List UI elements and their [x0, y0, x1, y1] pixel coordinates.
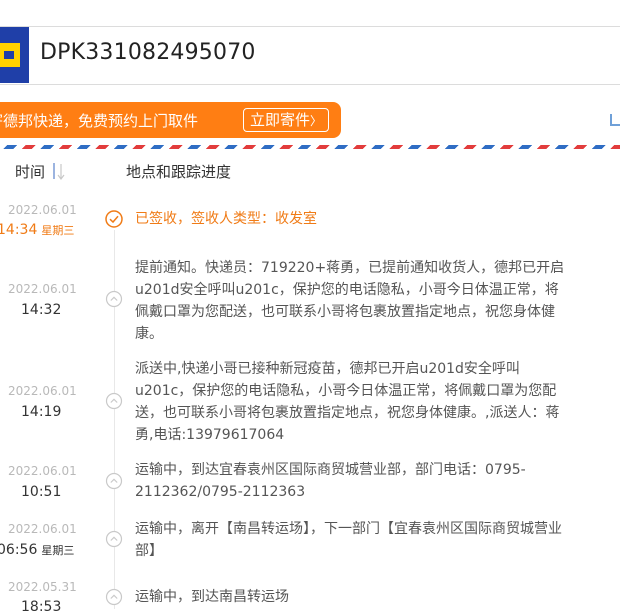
chevron-up-circle-icon — [105, 530, 123, 548]
event-description: 运输中，离开【南昌转运场】，下一部门【宜春袁州区国际商贸城营业部】 — [135, 521, 562, 559]
check-circle-icon — [105, 210, 123, 228]
event-description: 已签收，签收人类型：收发室 — [135, 211, 317, 227]
event-weekday: 星期三 — [41, 544, 75, 557]
expand-icon[interactable] — [610, 114, 620, 126]
chevron-up-circle-icon — [105, 392, 123, 410]
airmail-divider — [0, 145, 620, 149]
send-now-label: 立即寄件 — [250, 111, 311, 129]
event-time: 14:32 — [21, 302, 61, 318]
deppon-logo — [0, 27, 29, 83]
tracking-number: DPK331082495070 — [40, 40, 256, 65]
event-time: 10:51 — [21, 484, 61, 500]
send-now-button[interactable]: 立即寄件〉 — [243, 108, 329, 132]
event-description: 派送中,快递小哥已接种新冠疫苗，德邦已开启u201d安全呼叫u201c，保护您的… — [135, 361, 560, 443]
event-description: 提前通知。快递员：719220+蒋勇，已提前通知收货人，德邦已开启u201d安全… — [135, 260, 565, 342]
column-header-place: 地点和跟踪进度 — [126, 163, 232, 181]
event-date: 2022.05.31 — [8, 580, 77, 594]
event-time: 14:34 星期三 — [0, 222, 74, 238]
sort-icon[interactable] — [51, 162, 65, 180]
event-time-value: 06:56 — [0, 542, 38, 558]
event-description: 运输中，到达南昌转运场 — [135, 589, 289, 605]
promo-banner[interactable]: 寄德邦快递，免费预约上门取件 立即寄件〉 — [0, 102, 341, 138]
event-date: 2022.06.01 — [8, 203, 77, 217]
chevron-up-circle-icon — [105, 290, 123, 308]
event-description: 运输中，到达宜春袁州区国际商贸城营业部，部门电话：0795-2112362/07… — [135, 462, 526, 500]
chevron-right-icon: 〉 — [310, 114, 323, 128]
chevron-up-circle-icon — [105, 588, 123, 606]
event-date: 2022.06.01 — [8, 522, 77, 536]
event-time-value: 14:34 — [0, 222, 38, 238]
top-divider — [0, 26, 620, 27]
timeline-connector — [114, 230, 115, 609]
event-time-value: 14:19 — [21, 404, 62, 420]
event-weekday: 星期三 — [41, 224, 75, 237]
chevron-up-circle-icon — [105, 472, 123, 490]
event-time-value: 10:51 — [21, 484, 62, 500]
event-time: 14:19 — [21, 404, 61, 420]
event-time-value: 14:32 — [21, 302, 62, 318]
event-time: 06:56 星期三 — [0, 542, 74, 558]
promo-banner-text: 寄德邦快递，免费预约上门取件 — [0, 112, 199, 130]
event-time-value: 18:53 — [21, 599, 62, 615]
event-date: 2022.06.01 — [8, 282, 77, 296]
event-date: 2022.06.01 — [8, 464, 77, 478]
column-header-time: 时间 — [15, 163, 46, 181]
event-time: 18:53 — [21, 599, 61, 615]
event-date: 2022.06.01 — [8, 384, 77, 398]
header-divider — [0, 84, 620, 85]
